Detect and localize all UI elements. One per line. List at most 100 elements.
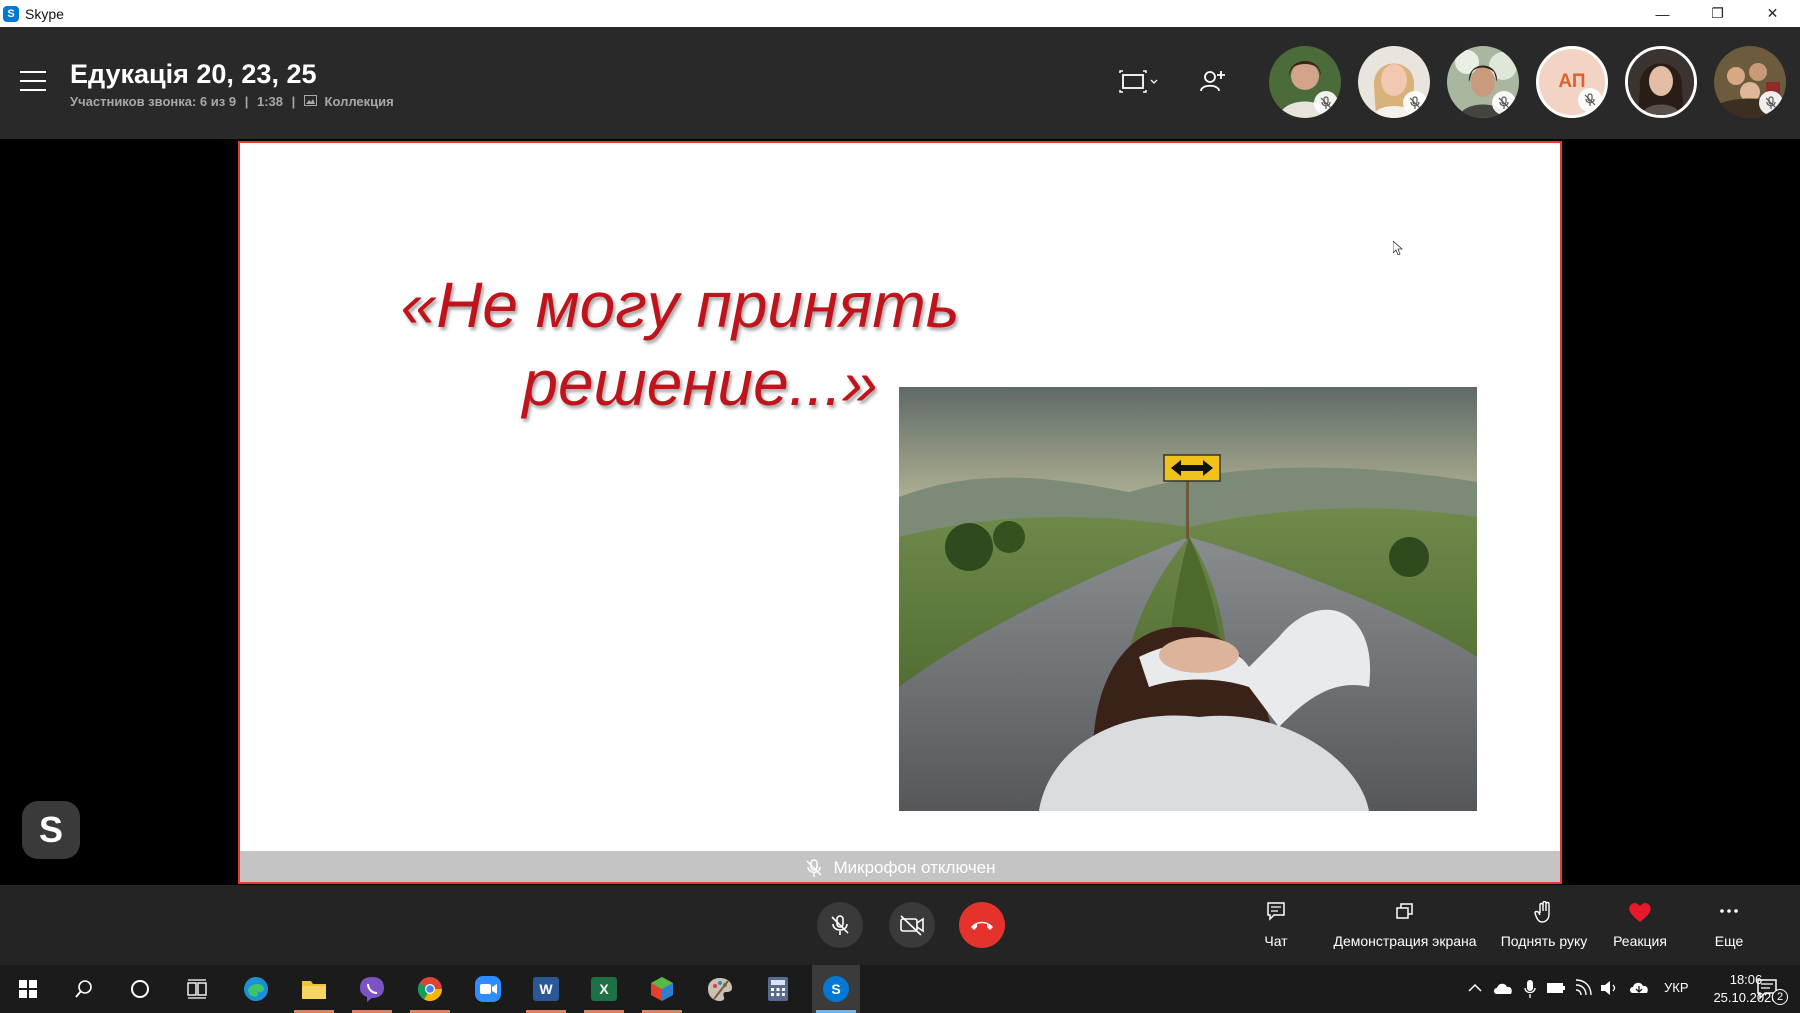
taskbar-app-viber[interactable]	[348, 965, 396, 1013]
more-label: Еще	[1714, 933, 1744, 949]
more-button[interactable]: Еще	[1708, 901, 1750, 949]
participants-count: Участников звонка: 6 из 9	[70, 94, 237, 109]
share-screen-label: Демонстрация экрана	[1333, 933, 1477, 949]
screen-share-stage: «Не могу принять решение...» Микрофон от…	[0, 139, 1800, 885]
call-duration: 1:38	[256, 94, 283, 109]
mic-status-text: Микрофон отключен	[833, 857, 996, 877]
word-icon: W	[533, 977, 559, 1001]
reaction-button[interactable]: Реакция	[1610, 901, 1670, 949]
participant-avatar[interactable]	[1447, 46, 1519, 118]
taskbar-app-word[interactable]: W	[522, 965, 570, 1013]
muted-mic-icon	[1759, 91, 1783, 115]
taskbar-app-zoom[interactable]	[464, 965, 512, 1013]
cortana-button[interactable]	[116, 965, 164, 1013]
participant-avatar-initials[interactable]: АП	[1536, 46, 1608, 118]
chat-button[interactable]: Чат	[1254, 901, 1298, 949]
window-titlebar: S Skype — ❐ ✕	[0, 0, 1800, 27]
call-title: Едукація 20, 23, 25	[70, 59, 317, 89]
windows-logo-icon	[19, 980, 37, 998]
share-screen-button[interactable]: Демонстрация экрана	[1330, 901, 1480, 949]
muted-mic-icon	[1314, 91, 1338, 115]
close-button[interactable]: ✕	[1745, 0, 1800, 27]
folder-icon	[302, 981, 326, 999]
crossroads-photo	[899, 387, 1477, 811]
start-button[interactable]	[4, 965, 52, 1013]
raise-hand-button[interactable]: Поднять руку	[1497, 901, 1591, 949]
mic-status-banner: Микрофон отключен	[240, 851, 1560, 882]
taskbar-app-calculator[interactable]	[754, 965, 802, 1013]
muted-mic-icon	[831, 915, 849, 935]
cortana-icon	[131, 980, 149, 998]
collection-link[interactable]: Коллекция	[325, 94, 394, 109]
skype-logo-icon: S	[3, 5, 19, 22]
search-icon	[75, 980, 92, 998]
window-controls: — ❐ ✕	[1635, 0, 1800, 27]
skype-window: S Skype — ❐ ✕ Едукація 20, 23, 25 Участн…	[0, 0, 1800, 1013]
taskbar-app-file-explorer[interactable]	[290, 965, 338, 1013]
chrome-icon	[417, 977, 442, 1002]
slide-title-line-1: «Не могу принять	[400, 269, 960, 341]
onedrive-icon[interactable]	[1492, 981, 1514, 995]
separator: |	[291, 94, 296, 109]
toggle-video-button[interactable]	[889, 902, 935, 948]
muted-mic-icon	[1578, 88, 1602, 112]
participant-avatar-active-speaker[interactable]	[1625, 46, 1697, 118]
taskbar-app-excel[interactable]: X	[580, 965, 628, 1013]
mouse-cursor-icon	[1393, 241, 1403, 255]
call-controls: Чат Демонстрация экрана Поднять руку Реа…	[0, 885, 1800, 965]
chat-icon	[1267, 902, 1285, 921]
participant-avatar[interactable]	[1358, 46, 1430, 118]
notification-count-badge: 2	[1772, 989, 1788, 1005]
taskbar-app-paint-3d[interactable]	[638, 965, 686, 1013]
search-button[interactable]	[60, 965, 108, 1013]
skype-floating-icon[interactable]: S	[22, 801, 80, 859]
task-view-icon	[187, 979, 207, 999]
hang-up-icon	[971, 921, 993, 930]
chevron-up-icon[interactable]	[1468, 983, 1482, 993]
menu-icon[interactable]	[20, 71, 46, 91]
window-title: Skype	[25, 5, 64, 22]
volume-icon[interactable]	[1600, 980, 1620, 996]
notifications-button[interactable]: 2	[1740, 965, 1796, 1013]
add-participant-icon[interactable]	[1198, 67, 1232, 97]
paint-palette-icon	[708, 978, 732, 1001]
participant-avatar[interactable]	[1269, 46, 1341, 118]
mute-mic-button[interactable]	[817, 902, 863, 948]
edge-icon	[244, 977, 268, 1001]
muted-mic-icon	[1403, 91, 1427, 115]
battery-icon[interactable]	[1546, 982, 1566, 994]
wifi-icon[interactable]	[1574, 979, 1592, 997]
separator: |	[244, 94, 249, 109]
microphone-icon[interactable]	[1524, 979, 1536, 999]
calculator-icon	[768, 977, 788, 1001]
input-language[interactable]: УКР	[1664, 980, 1689, 995]
shared-slide: «Не могу принять решение...» Микрофон от…	[238, 141, 1562, 884]
restore-button[interactable]: ❐	[1690, 0, 1745, 27]
excel-icon: X	[591, 977, 617, 1001]
muted-mic-icon	[806, 858, 822, 877]
viber-icon	[360, 977, 384, 1002]
zoom-icon	[475, 976, 501, 1002]
skype-icon: S	[823, 976, 849, 1002]
cloud-sync-icon[interactable]	[1628, 980, 1650, 996]
paint-3d-icon	[651, 977, 673, 1001]
gallery-icon[interactable]	[303, 94, 321, 109]
slide-title: «Не могу принять решение...»	[370, 266, 990, 422]
end-call-button[interactable]	[959, 902, 1005, 948]
participant-avatar[interactable]	[1714, 46, 1786, 118]
participant-avatars: АП	[1252, 46, 1786, 120]
taskbar-app-paint[interactable]	[696, 965, 744, 1013]
taskbar-app-skype[interactable]: S	[812, 965, 860, 1013]
fullscreen-icon[interactable]	[1118, 67, 1158, 97]
raise-hand-icon	[1534, 901, 1550, 923]
minimize-button[interactable]: —	[1635, 0, 1690, 27]
reaction-label: Реакция	[1613, 933, 1667, 949]
taskbar-app-edge[interactable]	[232, 965, 280, 1013]
more-icon	[1720, 909, 1738, 913]
heart-icon	[1629, 903, 1651, 922]
call-header: Едукація 20, 23, 25 Участников звонка: 6…	[0, 27, 1800, 139]
call-info: Участников звонка: 6 из 9 | 1:38 | Колле…	[70, 94, 394, 109]
taskbar-app-chrome[interactable]	[406, 965, 454, 1013]
muted-mic-icon	[1492, 91, 1516, 115]
task-view-button[interactable]	[173, 965, 221, 1013]
